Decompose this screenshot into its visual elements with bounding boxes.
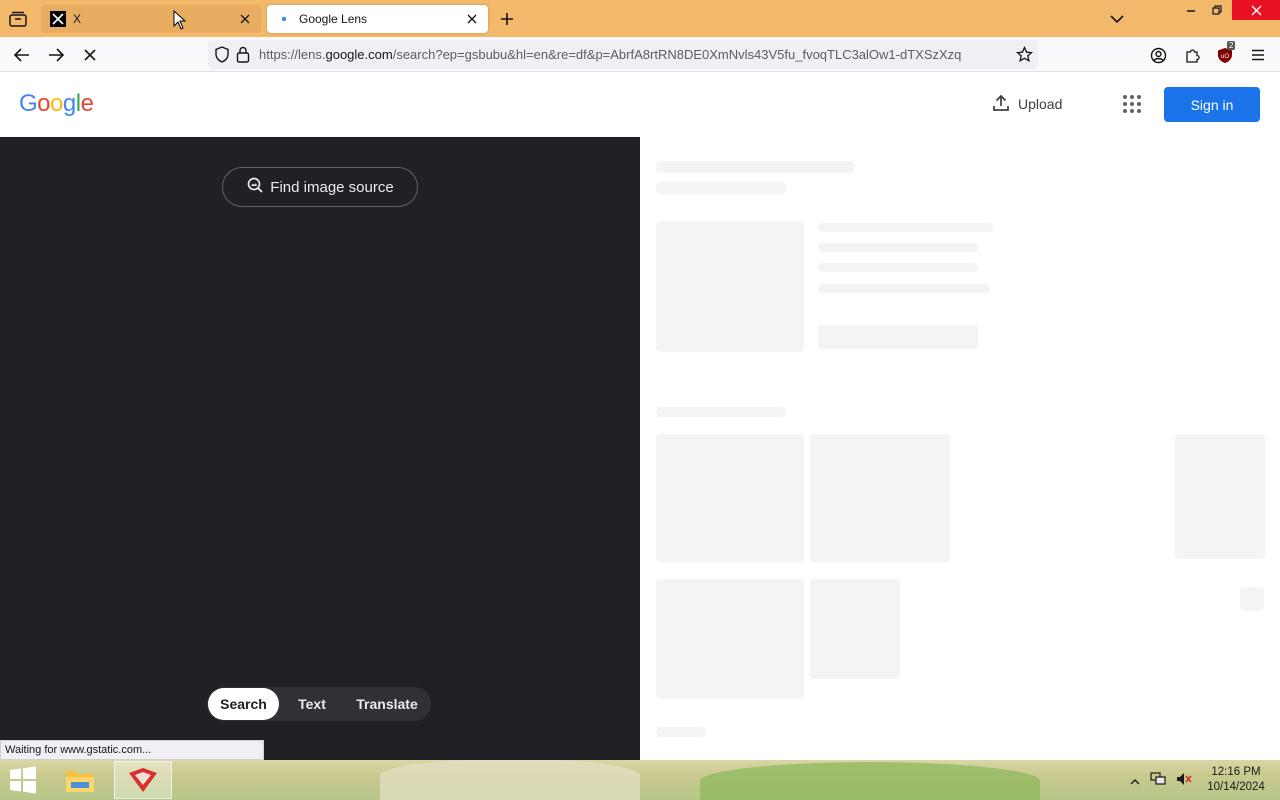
close-tab-icon[interactable] <box>237 11 253 27</box>
restore-icon[interactable] <box>1204 0 1230 20</box>
skeleton-card <box>810 579 900 679</box>
url-prefix: https://lens. <box>259 47 326 62</box>
minimize-icon[interactable] <box>1178 0 1204 20</box>
skeleton-line <box>818 223 993 232</box>
back-arrow-icon[interactable] <box>8 41 36 69</box>
skeleton-button <box>818 325 978 349</box>
url-text[interactable]: https://lens.google.com/search?ep=gsbubu… <box>259 47 1009 62</box>
hamburger-menu-icon[interactable] <box>1246 43 1270 67</box>
tab-x[interactable]: X <box>41 5 261 33</box>
find-image-source-label: Find image source <box>270 178 394 196</box>
list-all-tabs-icon[interactable] <box>1106 8 1128 30</box>
results-loading-skeleton <box>640 137 1280 760</box>
upload-button[interactable]: Upload <box>992 92 1062 116</box>
system-clock[interactable]: 12:16 PM 10/14/2024 <box>1196 765 1276 795</box>
volume-muted-icon[interactable] <box>1176 772 1192 791</box>
google-header: Google Upload Sign in <box>0 72 1280 137</box>
skeleton-card <box>656 434 804 562</box>
sign-in-button[interactable]: Sign in <box>1164 87 1260 122</box>
logo-letter: o <box>50 90 63 117</box>
wallpaper-decoration <box>700 762 1040 800</box>
skeleton-line <box>818 284 990 293</box>
system-tray <box>1130 772 1192 791</box>
clock-date: 10/14/2024 <box>1207 781 1265 793</box>
mode-search-tab[interactable]: Search <box>208 688 279 720</box>
show-hidden-icons-icon[interactable] <box>1130 773 1140 791</box>
logo-letter: o <box>37 90 51 117</box>
x-logo-icon <box>50 11 66 27</box>
skeleton-line <box>656 182 786 194</box>
browser-taskbar-icon[interactable] <box>114 761 172 799</box>
image-search-icon <box>246 176 264 198</box>
close-tab-icon[interactable] <box>464 11 480 27</box>
windows-start-icon[interactable] <box>8 766 38 794</box>
url-domain: google.com <box>325 47 393 62</box>
skeleton-card <box>656 579 804 699</box>
skeleton-card <box>810 434 950 562</box>
lock-icon[interactable] <box>236 46 250 68</box>
stop-loading-icon[interactable] <box>76 41 104 69</box>
lens-mode-switcher: Search Text Translate <box>207 687 431 721</box>
forward-arrow-icon[interactable] <box>42 41 70 69</box>
tab-overview-icon[interactable] <box>5 6 31 32</box>
mode-translate-tab[interactable]: Translate <box>345 688 429 720</box>
find-image-source-button[interactable]: Find image source <box>222 167 418 207</box>
tab-title: X <box>73 12 82 26</box>
mode-text-tab[interactable]: Text <box>279 688 345 720</box>
upload-label: Upload <box>1018 96 1063 112</box>
lens-image-panel: Find image source Search Text Translate <box>0 137 640 760</box>
google-apps-grid-icon[interactable] <box>1120 92 1144 116</box>
svg-text:uO: uO <box>1221 54 1229 60</box>
mouse-cursor-icon <box>173 9 187 35</box>
account-icon[interactable] <box>1146 43 1170 67</box>
tab-strip: X Google Lens <box>0 0 1280 37</box>
network-icon[interactable] <box>1150 772 1166 791</box>
navigation-bar: https://lens.google.com/search?ep=gsbubu… <box>0 37 1280 72</box>
file-explorer-icon[interactable] <box>62 764 98 796</box>
ublock-count-badge: 2 <box>1227 41 1236 50</box>
extensions-puzzle-icon[interactable] <box>1180 43 1204 67</box>
logo-letter: G <box>19 90 38 117</box>
logo-letter: e <box>80 90 94 117</box>
clock-time: 12:16 PM <box>1211 766 1261 778</box>
ublock-origin-icon[interactable]: uO 2 <box>1213 41 1237 67</box>
wallpaper-decoration <box>380 760 640 800</box>
tab-title: Google Lens <box>299 12 368 26</box>
skeleton-card <box>1240 587 1264 611</box>
tracking-protection-shield-icon[interactable] <box>214 46 230 68</box>
upload-icon <box>992 94 1010 115</box>
new-tab-icon[interactable] <box>496 8 518 30</box>
tab-google-lens[interactable]: Google Lens <box>267 5 488 33</box>
address-bar[interactable]: https://lens.google.com/search?ep=gsbubu… <box>208 40 1038 69</box>
google-logo[interactable]: Google <box>19 90 94 118</box>
status-bar: Waiting for www.gstatic.com... <box>0 740 264 760</box>
loading-dot-icon <box>276 11 292 27</box>
logo-letter: g <box>62 90 76 117</box>
skeleton-card <box>1175 434 1265 559</box>
skeleton-line <box>818 243 978 252</box>
skeleton-thumbnail <box>656 221 804 352</box>
windows-taskbar: 12:16 PM 10/14/2024 <box>0 760 1280 800</box>
skeleton-line <box>818 263 978 272</box>
skeleton-line <box>656 727 706 737</box>
url-path: /search?ep=gsbubu&hl=en&re=df&p=AbrfA8rt… <box>392 47 962 62</box>
skeleton-line <box>656 407 786 417</box>
close-window-icon[interactable] <box>1232 0 1280 20</box>
skeleton-line <box>656 161 854 173</box>
bookmark-star-icon[interactable] <box>1015 45 1034 68</box>
